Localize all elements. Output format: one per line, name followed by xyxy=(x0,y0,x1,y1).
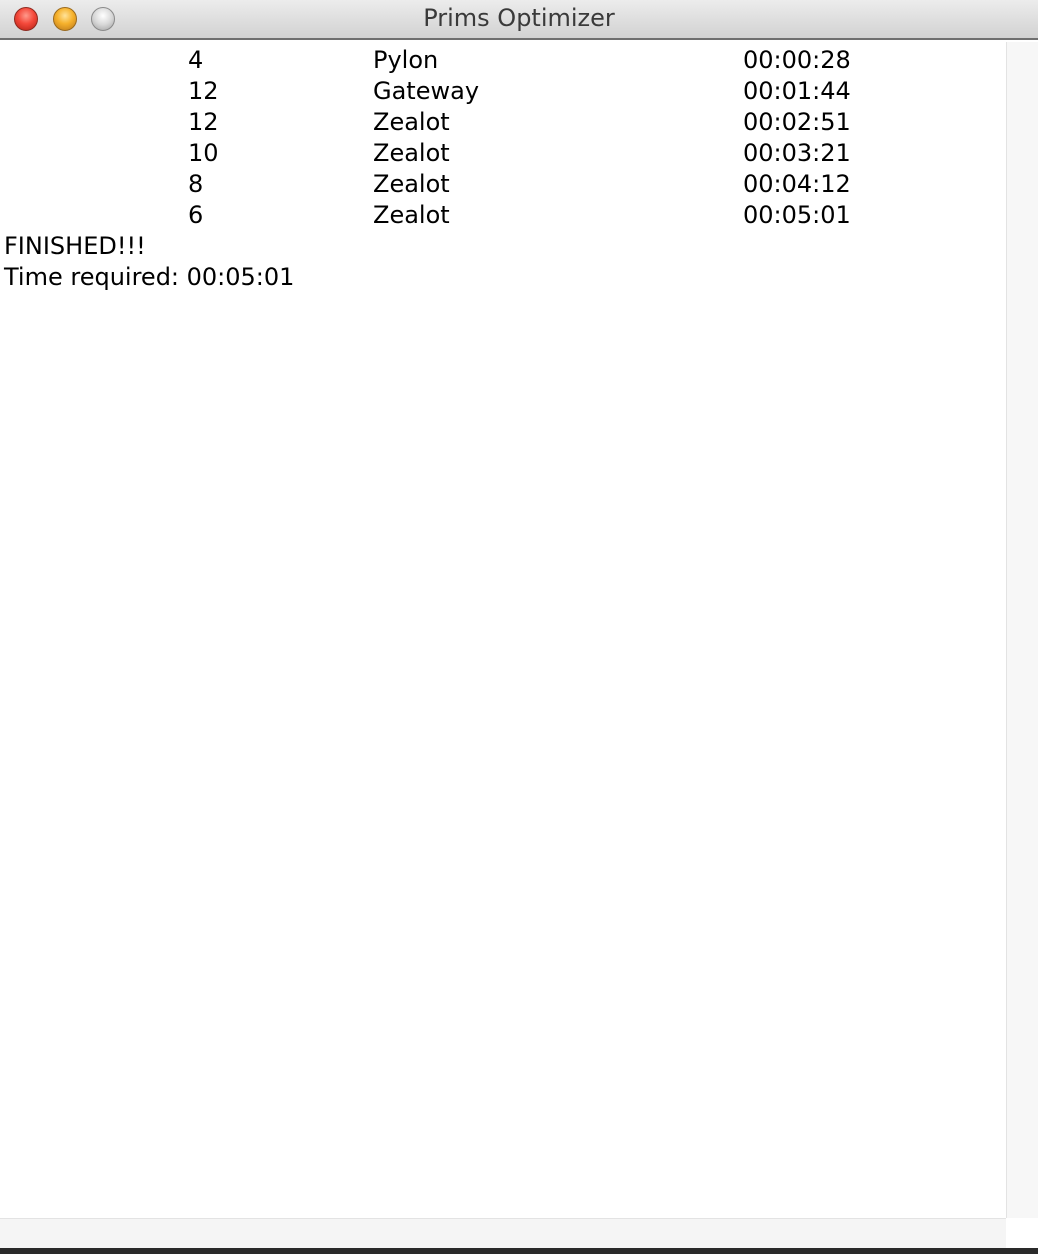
window-bottom-edge xyxy=(0,1248,1038,1254)
app-window: Prims Optimizer 4 Pylon 00:00:28 12 Gate… xyxy=(0,0,1038,1248)
log-time: 00:05:01 xyxy=(743,201,851,229)
log-count: 12 xyxy=(188,77,219,105)
log-time: 00:01:44 xyxy=(743,77,851,105)
log-time: 00:04:12 xyxy=(743,170,851,198)
log-time: 00:02:51 xyxy=(743,108,851,136)
time-required-message: Time required: 00:05:01 xyxy=(4,263,295,291)
log-time: 00:00:28 xyxy=(743,46,851,74)
vertical-scrollbar[interactable] xyxy=(1006,42,1038,1218)
horizontal-scrollbar[interactable] xyxy=(0,1218,1006,1248)
log-count: 12 xyxy=(188,108,219,136)
log-count: 8 xyxy=(188,170,204,198)
log-unit: Zealot xyxy=(373,108,450,136)
window-title: Prims Optimizer xyxy=(423,4,615,32)
log-unit: Zealot xyxy=(373,170,450,198)
log-unit: Gateway xyxy=(373,77,480,105)
log-row: 10 Zealot 00:03:21 xyxy=(0,138,1006,169)
log-count: 4 xyxy=(188,46,204,74)
log-row: 4 Pylon 00:00:28 xyxy=(0,45,1006,76)
log-count: 6 xyxy=(188,201,204,229)
output-text-area[interactable]: 4 Pylon 00:00:28 12 Gateway 00:01:44 12 … xyxy=(0,42,1006,1218)
log-unit: Zealot xyxy=(373,139,450,167)
log-row: 8 Zealot 00:04:12 xyxy=(0,169,1006,200)
log-unit: Pylon xyxy=(373,46,439,74)
log-time: 00:03:21 xyxy=(743,139,851,167)
log-unit: Zealot xyxy=(373,201,450,229)
log-row: 12 Gateway 00:01:44 xyxy=(0,76,1006,107)
log-row: 12 Zealot 00:02:51 xyxy=(0,107,1006,138)
log-count: 10 xyxy=(188,139,219,167)
log-row: 6 Zealot 00:05:01 xyxy=(0,200,1006,231)
finished-message: FINISHED!!! xyxy=(4,232,146,260)
title-bar[interactable]: Prims Optimizer xyxy=(0,0,1038,40)
